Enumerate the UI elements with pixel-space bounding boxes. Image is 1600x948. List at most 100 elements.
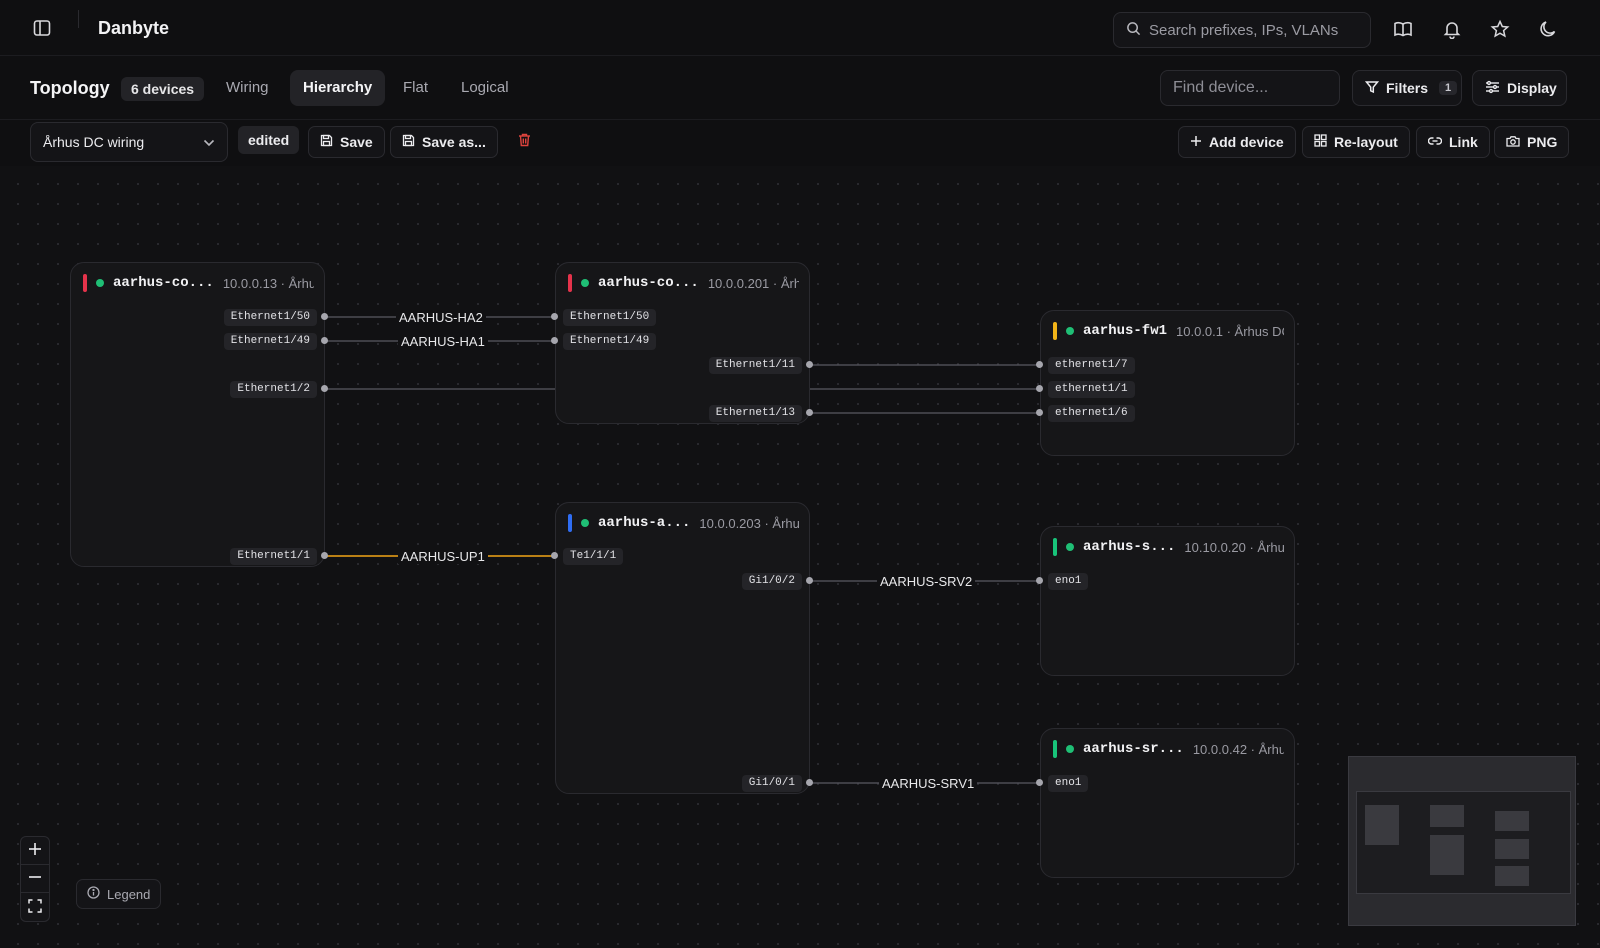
port-handle[interactable]: [1036, 361, 1043, 368]
link-label-aarhus-up1[interactable]: AARHUS-UP1: [398, 549, 488, 564]
save-button[interactable]: Save: [308, 126, 385, 158]
device-name[interactable]: aarhus-fw1: [1083, 323, 1167, 339]
port-handle[interactable]: [1036, 779, 1043, 786]
png-label: PNG: [1527, 134, 1558, 150]
port-label[interactable]: Gi1/0/2: [741, 573, 802, 590]
device-name[interactable]: aarhus-co...: [598, 275, 699, 291]
sidebar-toggle-icon[interactable]: [32, 18, 52, 38]
notifications-bell-icon[interactable]: [1441, 18, 1463, 40]
search-input[interactable]: [1149, 21, 1359, 39]
add-device-label: Add device: [1209, 134, 1284, 150]
port-label[interactable]: Ethernet1/49: [563, 333, 657, 350]
port-label[interactable]: Ethernet1/50: [563, 309, 657, 326]
device-count-badge: 6 devices: [121, 77, 205, 101]
device-name[interactable]: aarhus-co...: [113, 275, 214, 291]
port-handle[interactable]: [321, 337, 328, 344]
minimap[interactable]: [1348, 756, 1576, 926]
topology-canvas[interactable]: AARHUS-HA2 AARHUS-HA1 AARHUS-UP1 AARHUS-…: [0, 166, 1600, 948]
port-label[interactable]: Gi1/0/1: [741, 775, 802, 792]
device-meta: 10.0.0.203 · Århu...: [699, 515, 799, 531]
link-label-aarhus-ha1[interactable]: AARHUS-HA1: [398, 334, 488, 349]
png-export-button[interactable]: PNG: [1494, 126, 1570, 158]
minimap-node: [1430, 835, 1464, 875]
link-label-aarhus-ha2[interactable]: AARHUS-HA2: [396, 310, 486, 325]
device-name[interactable]: aarhus-a...: [598, 515, 690, 531]
device-node[interactable]: aarhus-co... 10.0.0.13 · Århu...: [70, 262, 325, 567]
port-label[interactable]: Ethernet1/13: [708, 405, 802, 422]
edited-badge: edited: [238, 126, 300, 154]
camera-icon: [1506, 134, 1520, 150]
port-label[interactable]: eno1: [1048, 775, 1089, 792]
device-node[interactable]: aarhus-a... 10.0.0.203 · Århu...: [555, 502, 810, 794]
port-handle[interactable]: [806, 779, 813, 786]
display-button[interactable]: Display: [1472, 70, 1567, 106]
port-label[interactable]: Ethernet1/50: [223, 309, 317, 326]
minimap-node: [1495, 839, 1529, 859]
device-meta: 10.0.0.13 · Århu...: [222, 275, 314, 291]
save-label: Save: [340, 134, 373, 150]
port-handle[interactable]: [551, 337, 558, 344]
port-label[interactable]: Ethernet1/49: [223, 333, 317, 350]
link-label-aarhus-srv1[interactable]: AARHUS-SRV1: [879, 776, 978, 791]
port-label[interactable]: ethernet1/7: [1048, 357, 1135, 374]
device-name[interactable]: aarhus-sr...: [1083, 741, 1184, 757]
favorites-star-icon[interactable]: [1489, 18, 1511, 40]
port-label[interactable]: Ethernet1/2: [230, 381, 317, 398]
legend-button[interactable]: Legend: [76, 879, 162, 909]
port-handle[interactable]: [1036, 577, 1043, 584]
grid-icon: [1314, 134, 1327, 150]
filters-button[interactable]: Filters 1: [1352, 70, 1462, 106]
port-label[interactable]: Ethernet1/1: [230, 548, 317, 565]
filter-funnel-icon: [1364, 80, 1380, 97]
theme-moon-icon[interactable]: [1537, 18, 1559, 40]
tab-logical[interactable]: Logical: [448, 70, 522, 106]
save-as-button[interactable]: Save as...: [390, 126, 498, 158]
tab-wiring[interactable]: Wiring: [213, 70, 282, 106]
port-handle[interactable]: [551, 313, 558, 320]
port-handle[interactable]: [321, 552, 328, 559]
port-handle[interactable]: [1036, 409, 1043, 416]
add-device-button[interactable]: Add device: [1178, 126, 1296, 158]
port-label[interactable]: ethernet1/1: [1048, 381, 1135, 398]
port-handle[interactable]: [551, 552, 558, 559]
device-node[interactable]: aarhus-sr... 10.0.0.42 · Århus...: [1040, 728, 1295, 878]
tab-flat[interactable]: Flat: [390, 70, 441, 106]
find-device-field[interactable]: [1160, 70, 1340, 106]
link-button[interactable]: Link: [1416, 126, 1490, 158]
global-search[interactable]: [1113, 12, 1371, 48]
docs-book-icon[interactable]: [1392, 18, 1414, 40]
device-node[interactable]: aarhus-s... 10.10.0.20 · Århu...: [1040, 526, 1295, 676]
fit-view-button[interactable]: [21, 893, 49, 921]
minus-icon: [28, 870, 42, 887]
port-handle[interactable]: [806, 361, 813, 368]
display-label: Display: [1507, 80, 1557, 96]
port-handle[interactable]: [806, 577, 813, 584]
fullscreen-icon: [28, 898, 42, 916]
zoom-out-button[interactable]: [21, 865, 49, 893]
port-handle[interactable]: [321, 313, 328, 320]
port-label[interactable]: eno1: [1048, 573, 1089, 590]
port-handle[interactable]: [1036, 385, 1043, 392]
port-handle[interactable]: [321, 385, 328, 392]
layout-select[interactable]: Århus DC wiring: [30, 122, 228, 162]
tab-hierarchy[interactable]: Hierarchy: [290, 70, 386, 106]
topology-toolbar: Topology 6 devices Wiring Hierarchy Flat…: [0, 56, 1600, 120]
status-online-dot: [96, 279, 104, 287]
status-online-dot: [1066, 745, 1074, 753]
port-handle[interactable]: [806, 409, 813, 416]
zoom-in-button[interactable]: [21, 837, 49, 865]
link-label-aarhus-srv2[interactable]: AARHUS-SRV2: [877, 574, 976, 589]
device-name[interactable]: aarhus-s...: [1083, 539, 1175, 555]
minimap-node: [1495, 811, 1529, 831]
device-header: aarhus-sr... 10.0.0.42 · Århus...: [1053, 739, 1284, 759]
device-role-stripe: [83, 274, 87, 292]
device-role-stripe: [1053, 740, 1057, 758]
plus-icon: [28, 842, 42, 859]
delete-trash-icon[interactable]: [515, 131, 533, 149]
port-label[interactable]: ethernet1/6: [1048, 405, 1135, 422]
port-label[interactable]: Te1/1/1: [563, 548, 624, 565]
port-label[interactable]: Ethernet1/11: [708, 357, 802, 374]
relayout-button[interactable]: Re-layout: [1302, 126, 1410, 158]
app-title: Danbyte: [98, 18, 170, 38]
find-device-input[interactable]: [1173, 71, 1333, 105]
